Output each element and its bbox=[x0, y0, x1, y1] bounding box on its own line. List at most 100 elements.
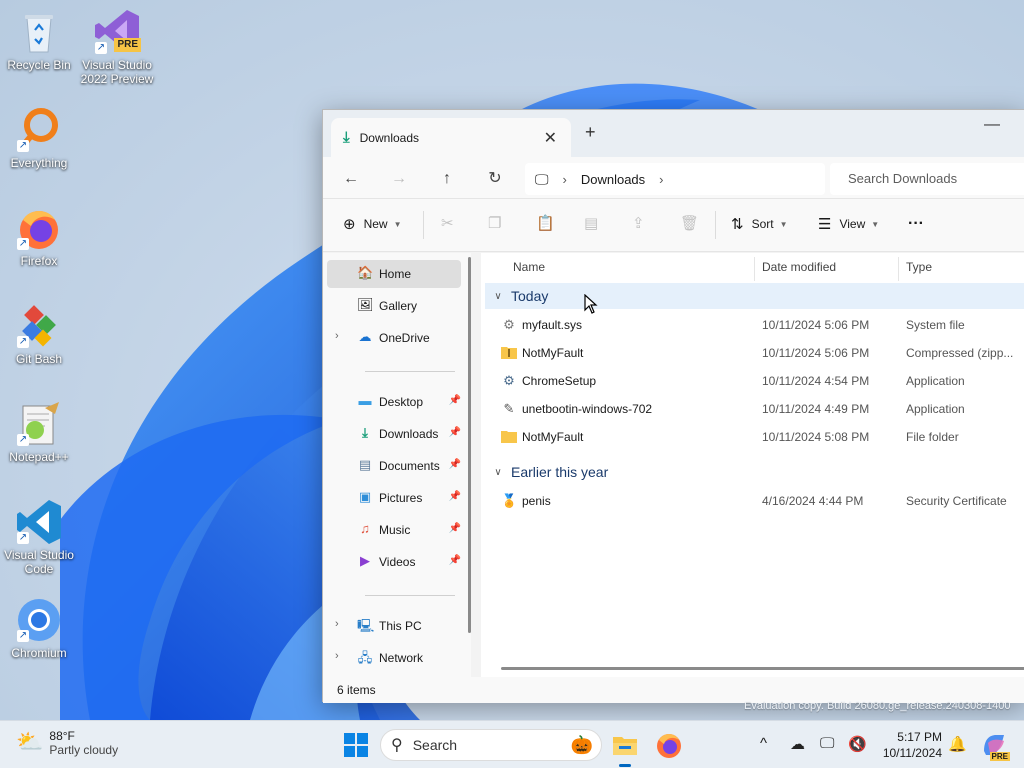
new-button[interactable]: ⊕ New ▼ bbox=[343, 215, 402, 233]
file-name: ChromeSetup bbox=[522, 374, 597, 388]
file-row[interactable]: NotMyFault 10/11/2024 5:08 PM File folde… bbox=[481, 423, 1024, 451]
weather-widget[interactable]: ⛅ 88°F Partly cloudy bbox=[16, 729, 118, 757]
back-arrow-icon[interactable]: ← bbox=[337, 165, 365, 193]
up-arrow-icon[interactable]: ↑ bbox=[433, 165, 461, 193]
more-options-button[interactable]: ··· bbox=[908, 215, 924, 233]
pin-icon[interactable]: 📌 bbox=[449, 523, 461, 534]
taskbar-file-explorer[interactable] bbox=[609, 729, 641, 767]
pin-icon[interactable]: 📌 bbox=[449, 427, 461, 438]
nav-item-network[interactable]: › 🖧 Network bbox=[327, 644, 461, 672]
plus-circle-icon: ⊕ bbox=[343, 216, 356, 233]
column-divider[interactable] bbox=[754, 257, 755, 281]
taskbar-firefox[interactable] bbox=[653, 729, 685, 761]
nav-item-downloads[interactable]: ⤓ Downloads 📌 bbox=[327, 420, 461, 448]
shortcut-arrow-icon: ↗ bbox=[17, 336, 29, 348]
group-header-earlier[interactable]: ∨ Earlier this year bbox=[485, 459, 1024, 485]
desktop-icon-visual-studio-preview[interactable]: PRE ↗ Visual Studio 2022 Preview bbox=[78, 8, 156, 86]
chevron-right-icon[interactable]: › bbox=[335, 650, 339, 662]
search-input[interactable]: Search Downloads bbox=[830, 163, 1024, 195]
nav-item-videos[interactable]: ▶ Videos 📌 bbox=[327, 548, 461, 576]
file-date: 10/11/2024 5:08 PM bbox=[762, 430, 870, 444]
file-explorer-icon bbox=[613, 737, 637, 755]
volume-muted-icon[interactable]: 🔇 bbox=[848, 735, 867, 753]
delete-icon[interactable]: 🗑 bbox=[680, 214, 699, 232]
start-button[interactable] bbox=[340, 729, 372, 761]
sort-button[interactable]: ⇅ Sort ▼ bbox=[731, 215, 788, 233]
nav-scrollbar[interactable] bbox=[468, 257, 471, 633]
music-icon: ♫ bbox=[360, 521, 370, 536]
breadcrumb-downloads[interactable]: Downloads bbox=[581, 172, 645, 187]
share-icon[interactable]: ⇪ bbox=[632, 214, 645, 232]
desktop-icon-firefox[interactable]: ↗ Firefox bbox=[0, 204, 78, 268]
gallery-icon: 🖼 bbox=[357, 297, 374, 312]
desktop-icon-notepad-plus-plus[interactable]: ↗ Notepad++ bbox=[0, 400, 78, 464]
chevron-right-icon[interactable]: › bbox=[335, 330, 339, 342]
nav-item-documents[interactable]: ▤ Documents 📌 bbox=[327, 452, 461, 480]
desktop-icon-git-bash[interactable]: ↗ Git Bash bbox=[0, 302, 78, 366]
group-label: Today bbox=[511, 288, 549, 304]
app-icon: ⚙ bbox=[503, 373, 515, 388]
chevron-up-icon[interactable]: ^ bbox=[760, 735, 767, 752]
cloud-offline-icon[interactable]: ☁ bbox=[790, 735, 805, 753]
file-row[interactable]: ⚙ myfault.sys 10/11/2024 5:06 PM System … bbox=[481, 311, 1024, 339]
view-button[interactable]: ☰ View ▼ bbox=[818, 215, 879, 233]
pin-icon[interactable]: 📌 bbox=[449, 395, 461, 406]
tab-downloads[interactable]: ⤓ Downloads ✕ bbox=[331, 118, 571, 157]
chevron-right-icon: › bbox=[659, 171, 664, 187]
nav-label: Network bbox=[379, 651, 424, 665]
clock[interactable]: 5:17 PM 10/11/2024 bbox=[876, 729, 942, 761]
file-row[interactable]: NotMyFault 10/11/2024 5:06 PM Compressed… bbox=[481, 339, 1024, 367]
desktop-icon-recycle-bin[interactable]: Recycle Bin bbox=[0, 8, 78, 72]
cut-icon[interactable]: ✂ bbox=[441, 214, 454, 232]
network-icon: 🖧 bbox=[357, 650, 373, 665]
view-label: View bbox=[839, 217, 866, 231]
rename-icon[interactable]: ▤ bbox=[584, 214, 598, 232]
breadcrumb[interactable]: 🖵 › Downloads › bbox=[525, 163, 825, 195]
everything-magnifier-icon: ↗ bbox=[15, 106, 63, 154]
minimize-button[interactable]: — bbox=[984, 116, 1000, 134]
column-header-date[interactable]: Date modified bbox=[762, 253, 836, 281]
pin-icon[interactable]: 📌 bbox=[449, 491, 461, 502]
pin-icon[interactable]: 📌 bbox=[449, 555, 461, 566]
close-tab-icon[interactable]: ✕ bbox=[544, 128, 557, 148]
copilot-button[interactable]: PRE bbox=[978, 729, 1010, 761]
chevron-right-icon: › bbox=[562, 171, 567, 187]
nav-item-onedrive[interactable]: › ☁ OneDrive bbox=[327, 324, 461, 352]
nav-item-this-pc[interactable]: › 🖳 This PC bbox=[327, 612, 461, 640]
column-header-name[interactable]: Name bbox=[513, 253, 545, 281]
nav-label: Music bbox=[379, 523, 411, 537]
file-type: Compressed (zipp... bbox=[906, 346, 1014, 360]
nav-item-home[interactable]: 🏠 Home bbox=[327, 260, 461, 288]
chevron-down-icon: ▼ bbox=[871, 219, 880, 229]
desktop-icon-label: Visual Studio 2022 Preview bbox=[80, 58, 154, 86]
group-label: Earlier this year bbox=[511, 464, 609, 480]
file-row[interactable]: ✎ unetbootin-windows-702 10/11/2024 4:49… bbox=[481, 395, 1024, 423]
nav-item-pictures[interactable]: ▣ Pictures 📌 bbox=[327, 484, 461, 512]
nav-item-music[interactable]: ♫ Music 📌 bbox=[327, 516, 461, 544]
new-tab-button[interactable]: + bbox=[585, 122, 596, 143]
pin-icon[interactable]: 📌 bbox=[449, 459, 461, 470]
desktop-icon-chromium[interactable]: ↗ Chromium bbox=[0, 596, 78, 660]
desktop-icon-vscode[interactable]: ↗ Visual Studio Code bbox=[0, 498, 78, 576]
nav-item-gallery[interactable]: 🖼 Gallery bbox=[327, 292, 461, 320]
group-header-today[interactable]: ∨ Today bbox=[485, 283, 1024, 309]
network-status-icon[interactable]: 🖵 bbox=[820, 735, 834, 752]
column-divider[interactable] bbox=[898, 257, 899, 281]
copy-icon[interactable]: ❐ bbox=[488, 214, 501, 232]
horizontal-scrollbar[interactable] bbox=[501, 667, 1024, 670]
desktop-icon-label: Git Bash bbox=[15, 352, 63, 366]
refresh-icon[interactable]: ↻ bbox=[481, 165, 509, 193]
file-row[interactable]: ⚙ ChromeSetup 10/11/2024 4:54 PM Applica… bbox=[481, 367, 1024, 395]
shortcut-arrow-icon: ↗ bbox=[17, 434, 29, 446]
sort-label: Sort bbox=[751, 217, 774, 231]
column-header-type[interactable]: Type bbox=[906, 253, 932, 281]
nav-item-desktop[interactable]: ▬ Desktop 📌 bbox=[327, 388, 462, 416]
chevron-down-icon: ▼ bbox=[779, 219, 788, 229]
file-row[interactable]: 🏅 penis 4/16/2024 4:44 PM Security Certi… bbox=[481, 487, 1024, 515]
paste-icon[interactable]: 📋 bbox=[536, 214, 555, 232]
desktop-icon-everything[interactable]: ↗ Everything bbox=[0, 106, 78, 170]
forward-arrow-icon[interactable]: → bbox=[385, 165, 413, 193]
notification-bell-icon[interactable]: 🔔 bbox=[948, 735, 967, 753]
taskbar-search[interactable]: ⚲ Search 🎃 bbox=[380, 729, 602, 761]
chevron-right-icon[interactable]: › bbox=[335, 618, 339, 630]
